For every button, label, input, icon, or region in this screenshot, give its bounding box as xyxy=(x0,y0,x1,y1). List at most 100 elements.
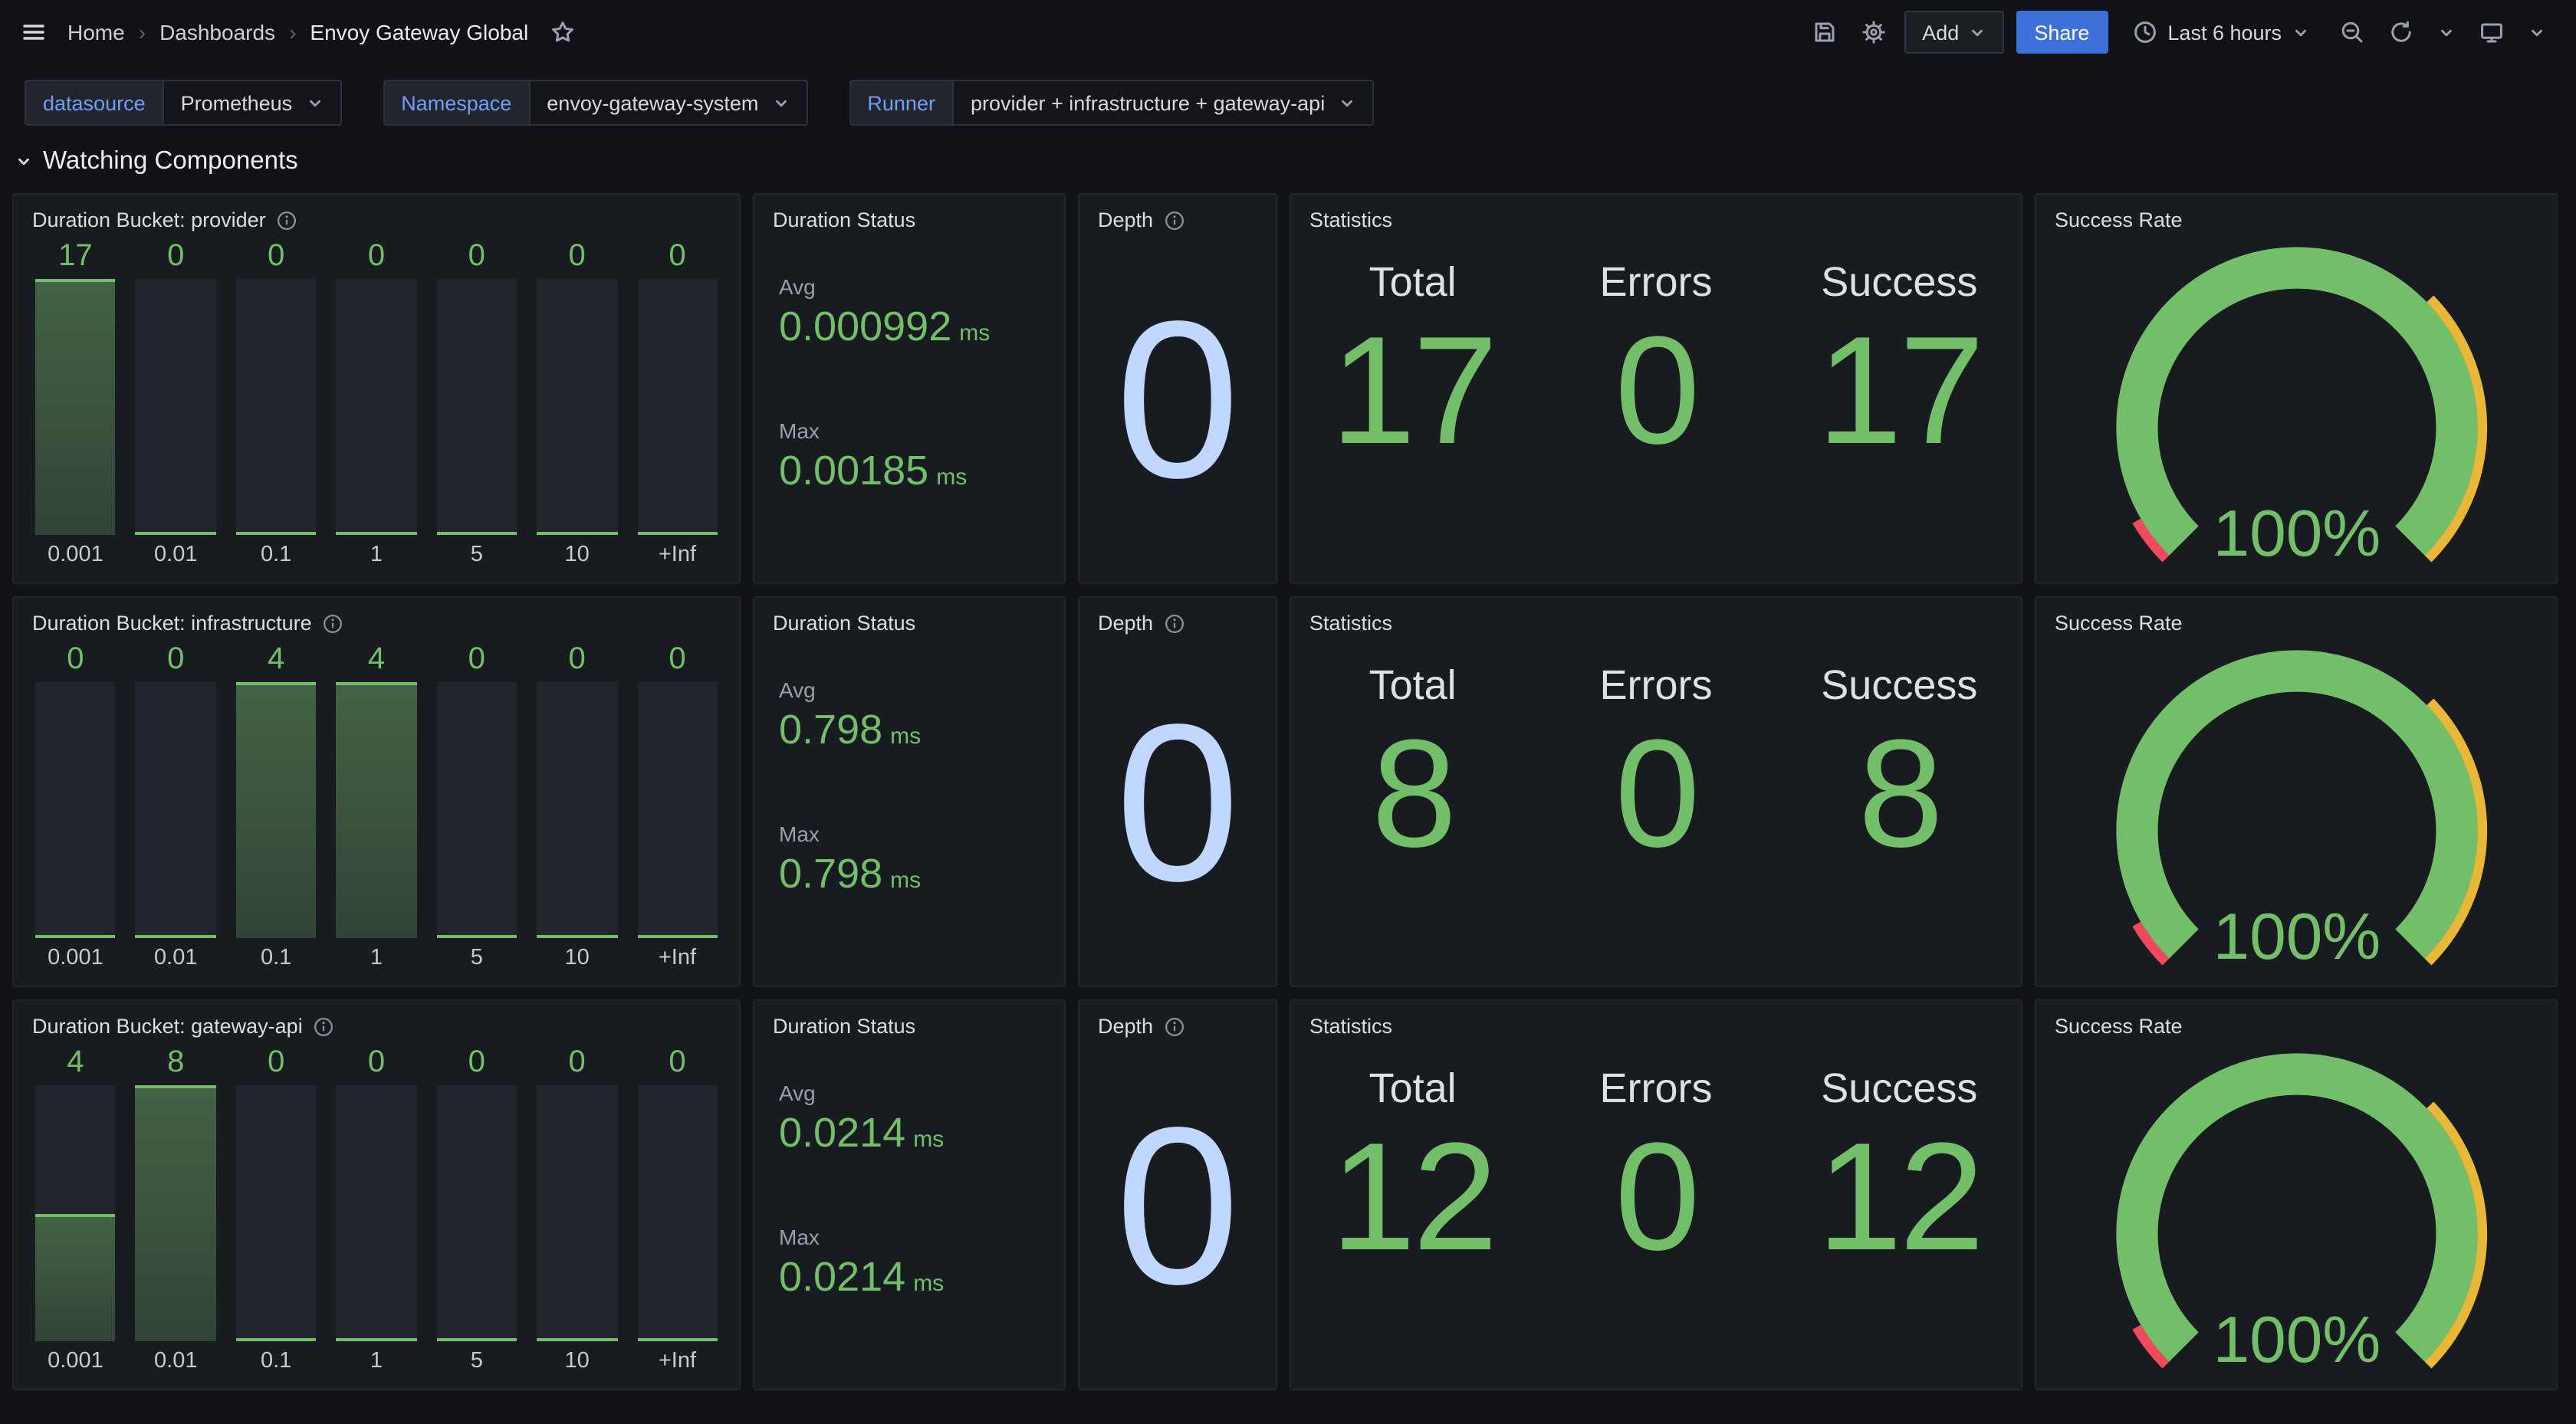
panel-header[interactable]: Duration Bucket: provider xyxy=(14,195,739,238)
info-icon[interactable] xyxy=(1164,1016,1185,1037)
bar-column: 0+Inf xyxy=(637,238,718,573)
bar-column: 170.001 xyxy=(35,238,116,573)
gauge-arc: 100% xyxy=(2072,239,2520,578)
collapse-navbar-button[interactable] xyxy=(2522,18,2551,47)
bar-fill xyxy=(236,1338,317,1341)
panel-header[interactable]: Depth xyxy=(1079,598,1276,641)
kiosk-mode-button[interactable] xyxy=(2473,14,2510,51)
panel-statistics: Statistics Total12Errors0Success12 xyxy=(1290,999,2022,1390)
max-unit: ms xyxy=(913,1271,944,1297)
refresh-button[interactable] xyxy=(2383,14,2420,51)
datasource-dropdown[interactable]: Prometheus xyxy=(163,80,342,126)
zoom-out-time-button[interactable] xyxy=(2334,14,2371,51)
dashboard-row: Duration Bucket: provider 170.00100.0100… xyxy=(12,193,2564,584)
stat-value: 17 xyxy=(1330,307,1494,475)
panel-header[interactable]: Duration Bucket: gateway-api xyxy=(14,1001,739,1044)
stat-label: Success xyxy=(1821,662,1977,710)
bar-column: 41 xyxy=(337,641,417,976)
panel-header[interactable]: Success Rate xyxy=(2036,1001,2556,1044)
bar-gauge: 00.00100.0140.141050100+Inf xyxy=(14,641,739,986)
info-icon[interactable] xyxy=(1164,612,1185,634)
stat-label: Total xyxy=(1369,662,1457,710)
time-range-picker[interactable]: Last 6 hours xyxy=(2120,20,2321,44)
max-unit: ms xyxy=(936,464,967,491)
bar-fill xyxy=(337,1338,417,1341)
panel-header[interactable]: Statistics xyxy=(1291,1001,2021,1044)
star-button[interactable] xyxy=(544,14,580,51)
stat-value: 12 xyxy=(1330,1113,1494,1281)
panel-header[interactable]: Depth xyxy=(1079,195,1276,238)
bar-value: 4 xyxy=(236,641,317,682)
row-watching-components[interactable]: Watching Components xyxy=(0,126,2576,190)
info-icon[interactable] xyxy=(277,209,298,231)
panel-header[interactable]: Duration Status xyxy=(754,1001,1064,1044)
stats-title: Statistics xyxy=(1309,208,1392,231)
monitor-icon xyxy=(2479,20,2504,44)
panel-header[interactable]: Depth xyxy=(1079,1001,1276,1044)
bar-fill xyxy=(637,935,718,938)
panel-duration-status: Duration Status Avg 0.0214ms Max 0.0214m… xyxy=(753,999,1066,1390)
chevron-down-icon xyxy=(772,94,789,111)
stat-label: Total xyxy=(1369,259,1457,307)
bar-column: 05 xyxy=(436,641,517,976)
bar-column: 05 xyxy=(436,1044,517,1380)
runner-dropdown[interactable]: provider + infrastructure + gateway-api xyxy=(952,80,1374,126)
bar-value: 0 xyxy=(637,1044,718,1085)
bar-track xyxy=(436,682,517,938)
namespace-dropdown[interactable]: envoy-gateway-system xyxy=(528,80,807,126)
dashboard-settings-button[interactable] xyxy=(1855,14,1891,51)
refresh-interval-button[interactable] xyxy=(2432,18,2461,47)
bar-fill xyxy=(236,682,317,938)
panel-depth: Depth 0 xyxy=(1078,193,1277,584)
max-value: 0.798 xyxy=(779,851,882,897)
panel-header[interactable]: Duration Status xyxy=(754,598,1064,641)
stat-label: Total xyxy=(1369,1065,1457,1113)
bar-track xyxy=(637,279,718,535)
section-title: Watching Components xyxy=(43,147,298,176)
chevron-down-icon xyxy=(15,153,32,170)
max-label: Max xyxy=(779,822,1064,846)
stat-value: 17 xyxy=(1817,307,1981,475)
panel-header[interactable]: Success Rate xyxy=(2036,598,2556,641)
bar-x-label: 10 xyxy=(537,938,617,976)
bar-track xyxy=(436,1085,517,1341)
dashboard-row: Duration Bucket: infrastructure 00.00100… xyxy=(12,596,2564,987)
duration-title: Duration Status xyxy=(773,1015,915,1038)
breadcrumb-dashboards[interactable]: Dashboards xyxy=(159,20,275,44)
panel-header[interactable]: Statistics xyxy=(1291,598,2021,641)
menu-button[interactable] xyxy=(15,14,52,51)
navbar-left: Home › Dashboards › Envoy Gateway Global xyxy=(15,14,580,51)
share-button[interactable]: Share xyxy=(2016,11,2108,54)
info-icon[interactable] xyxy=(323,612,344,634)
breadcrumb-home[interactable]: Home xyxy=(67,20,125,44)
save-dashboard-button[interactable] xyxy=(1806,14,1842,51)
gauge-value: 100% xyxy=(2213,497,2380,570)
refresh-icon xyxy=(2389,20,2413,44)
info-icon[interactable] xyxy=(314,1016,335,1037)
panel-header[interactable]: Duration Bucket: infrastructure xyxy=(14,598,739,641)
bar-value: 0 xyxy=(337,238,417,279)
stats-row: Total12Errors0Success12 xyxy=(1291,1044,2021,1389)
bar-track xyxy=(537,1085,617,1341)
add-button[interactable]: Add xyxy=(1904,11,2003,54)
depth-value: 0 xyxy=(1079,641,1276,986)
panel-header[interactable]: Statistics xyxy=(1291,195,2021,238)
bar-column: 05 xyxy=(436,238,517,573)
panel-header[interactable]: Duration Status xyxy=(754,195,1064,238)
depth-title: Depth xyxy=(1098,1015,1153,1038)
bar-track xyxy=(436,279,517,535)
max-stat: Max 0.00185ms xyxy=(779,418,1064,495)
panel-duration-status: Duration Status Avg 0.000992ms Max 0.001… xyxy=(753,193,1066,584)
bar-x-label: +Inf xyxy=(637,1341,718,1380)
info-icon[interactable] xyxy=(1164,209,1185,231)
chevron-down-icon xyxy=(2528,24,2545,41)
duration-body: Avg 0.798ms Max 0.798ms xyxy=(754,641,1064,986)
avg-unit: ms xyxy=(890,723,921,750)
bar-x-label: +Inf xyxy=(637,938,718,976)
gauge: 100% xyxy=(2036,1044,2556,1389)
bar-column: 00.01 xyxy=(136,238,216,573)
bar-value: 0 xyxy=(537,641,617,682)
stat-column: Success8 xyxy=(1778,644,2021,878)
panel-header[interactable]: Success Rate xyxy=(2036,195,2556,238)
chevron-down-icon xyxy=(1339,94,1355,111)
